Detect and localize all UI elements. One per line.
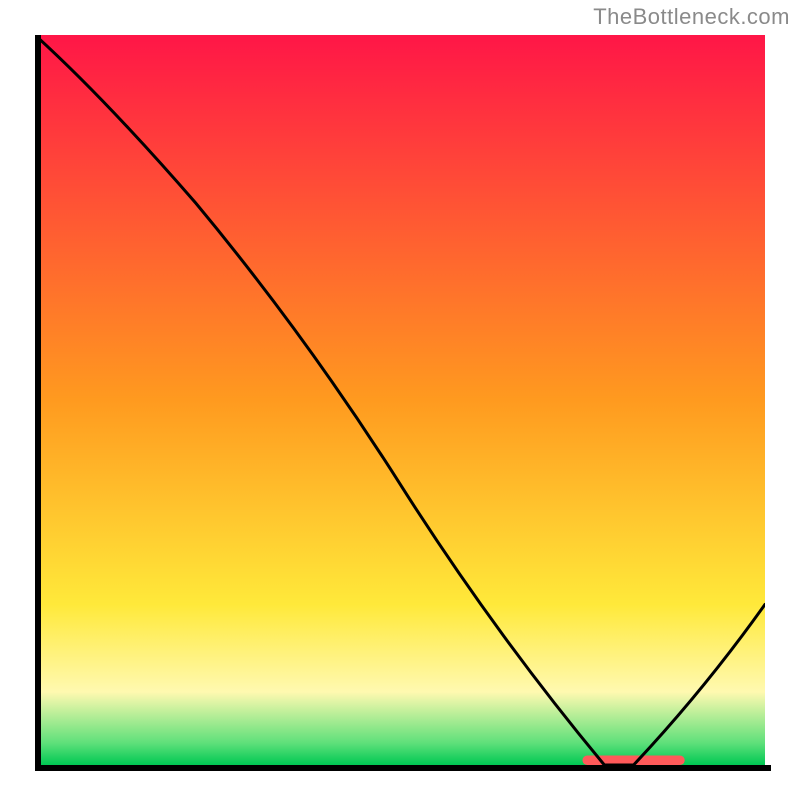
plot-area: [35, 35, 765, 765]
attribution-label: TheBottleneck.com: [593, 4, 790, 30]
chart-container: TheBottleneck.com: [0, 0, 800, 800]
chart-svg: [35, 35, 765, 765]
